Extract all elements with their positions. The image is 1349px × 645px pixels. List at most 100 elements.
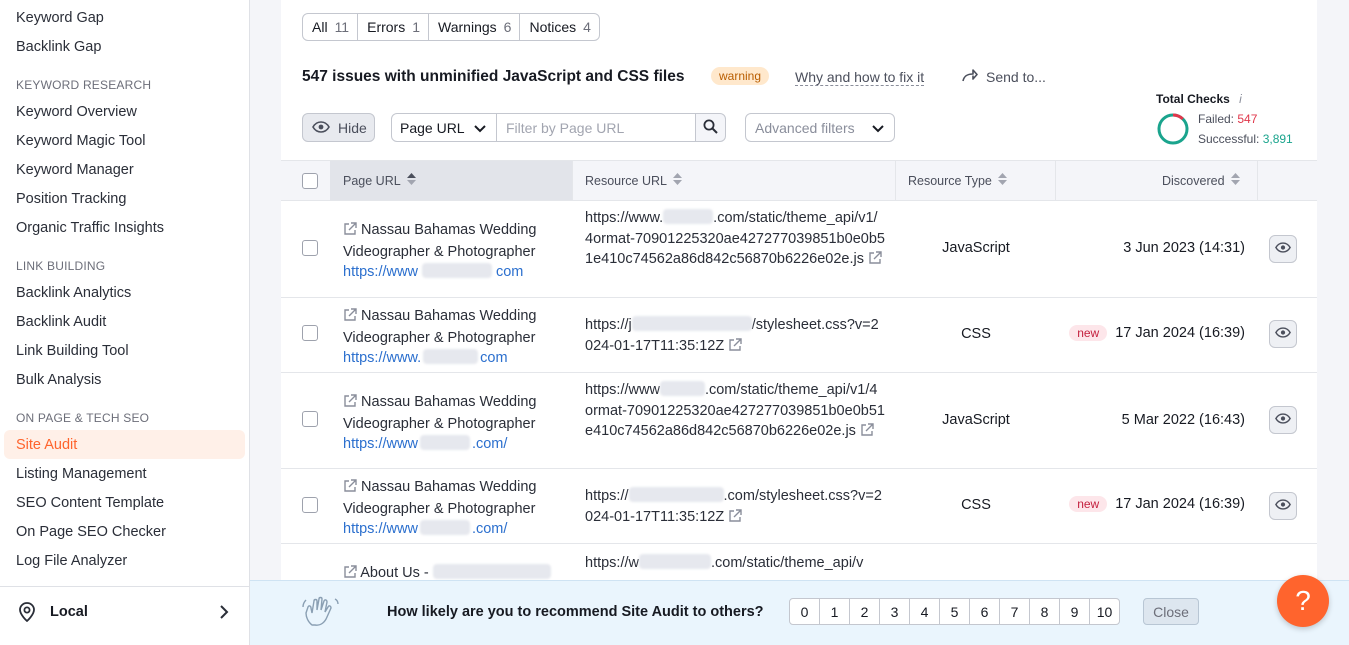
hide-button[interactable]: Hide [302, 113, 375, 142]
tab-notices-count: 4 [583, 19, 591, 35]
tab-all[interactable]: All 11 [303, 14, 359, 40]
sidebar-item-organic-traffic-insights[interactable]: Organic Traffic Insights [16, 220, 164, 236]
discovered-date: 3 Jun 2023 (14:31) [1123, 240, 1245, 256]
url-field-select[interactable]: Page URL [391, 113, 497, 142]
total-checks-widget: Total Checks i Failed: 547 Successful: 3… [1156, 92, 1293, 146]
column-header-page-url[interactable]: Page URL [330, 161, 572, 200]
page-url-link[interactable]: https://www. com [343, 349, 508, 366]
checks-ring-chart [1157, 113, 1189, 145]
page-url-end: com [480, 350, 508, 366]
page-title-text: Nassau Bahamas Wedding Videographer & Ph… [343, 308, 537, 346]
external-link-icon[interactable] [868, 251, 882, 272]
waving-hand-icon [302, 595, 340, 634]
score-button-8[interactable]: 8 [1029, 598, 1060, 625]
sidebar-item-keyword-manager[interactable]: Keyword Manager [16, 162, 134, 178]
tab-notices-label: Notices [529, 19, 577, 35]
column-divider [572, 161, 573, 200]
sidebar-item-log-file-analyzer[interactable]: Log File Analyzer [16, 553, 127, 569]
row-checkbox[interactable] [302, 497, 318, 513]
help-button[interactable]: ? [1277, 575, 1329, 627]
view-details-button[interactable] [1269, 235, 1297, 263]
sidebar-item-on-page-seo-checker[interactable]: On Page SEO Checker [16, 524, 166, 540]
sidebar: Keyword Gap Backlink Gap KEYWORD RESEARC… [0, 0, 250, 645]
new-badge: new [1069, 496, 1108, 512]
score-button-9[interactable]: 9 [1059, 598, 1090, 625]
sidebar-item-keyword-overview[interactable]: Keyword Overview [16, 104, 137, 120]
external-link-icon[interactable] [728, 508, 742, 530]
survey-close-button[interactable]: Close [1143, 598, 1199, 625]
sidebar-local-item[interactable]: Local [0, 586, 249, 645]
score-button-6[interactable]: 6 [969, 598, 1000, 625]
sidebar-item-site-audit[interactable]: Site Audit [16, 437, 77, 453]
external-link-icon[interactable] [343, 222, 357, 242]
sidebar-item-position-tracking[interactable]: Position Tracking [16, 191, 126, 207]
sidebar-item-listing-management[interactable]: Listing Management [16, 466, 147, 482]
column-header-resource-type[interactable]: Resource Type [908, 161, 1007, 200]
why-fix-link[interactable]: Why and how to fix it [795, 69, 925, 86]
discovered-cell: 3 Jun 2023 (14:31) [1123, 240, 1245, 256]
resource-url-start: https://www. [585, 210, 664, 226]
filter-url-input[interactable]: Filter by Page URL [496, 113, 696, 142]
row-checkbox[interactable] [302, 325, 318, 341]
sidebar-item-keyword-gap[interactable]: Keyword Gap [16, 10, 104, 26]
eye-icon [312, 120, 330, 136]
chevron-down-icon [872, 120, 884, 136]
sidebar-item-link-building-tool[interactable]: Link Building Tool [16, 343, 129, 359]
info-icon[interactable]: i [1239, 92, 1242, 106]
tab-warnings[interactable]: Warnings 6 [429, 14, 521, 40]
failed-value: 547 [1237, 112, 1258, 126]
resource-url-cell: https://j/stylesheet.css?v=2024-01-17T11… [585, 315, 885, 358]
external-link-icon[interactable] [728, 337, 742, 359]
column-header-discovered[interactable]: Discovered [1162, 161, 1240, 200]
view-details-button[interactable] [1269, 320, 1297, 348]
page-url-cell: Nassau Bahamas Wedding Videographer & Ph… [343, 392, 563, 454]
sidebar-item-backlink-gap[interactable]: Backlink Gap [16, 39, 101, 55]
score-button-0[interactable]: 0 [789, 598, 820, 625]
sidebar-item-backlink-audit[interactable]: Backlink Audit [16, 314, 106, 330]
row-checkbox[interactable] [302, 411, 318, 427]
view-details-button[interactable] [1269, 492, 1297, 520]
page-title-text: Nassau Bahamas Wedding Videographer & Ph… [343, 479, 537, 517]
view-details-button[interactable] [1269, 406, 1297, 434]
page-url-end: com [495, 264, 524, 280]
sidebar-heading-link-building: LINK BUILDING [16, 259, 106, 273]
score-button-3[interactable]: 3 [879, 598, 910, 625]
column-header-resource-url[interactable]: Resource URL [585, 161, 682, 200]
page-url-link[interactable]: https://www .com/ [343, 435, 507, 452]
page-url-cell: Nassau Bahamas Wedding Videographer & Ph… [343, 306, 563, 368]
row-checkbox[interactable] [302, 240, 318, 256]
page-url-end: .com/ [471, 521, 508, 537]
sidebar-item-backlink-analytics[interactable]: Backlink Analytics [16, 285, 131, 301]
score-button-2[interactable]: 2 [849, 598, 880, 625]
score-button-10[interactable]: 10 [1089, 598, 1120, 625]
sidebar-item-keyword-magic-tool[interactable]: Keyword Magic Tool [16, 133, 146, 149]
column-divider [1055, 161, 1056, 200]
page-url-link[interactable]: https://www com [343, 263, 524, 280]
score-button-4[interactable]: 4 [909, 598, 940, 625]
score-button-1[interactable]: 1 [819, 598, 850, 625]
redacted-blur [631, 316, 752, 331]
redacted-blur [628, 487, 724, 502]
advanced-filters-dropdown[interactable]: Advanced filters [745, 113, 895, 142]
score-button-7[interactable]: 7 [999, 598, 1030, 625]
external-link-icon[interactable] [343, 308, 357, 328]
chevron-right-icon [219, 605, 229, 624]
eye-icon [1275, 411, 1291, 429]
score-button-5[interactable]: 5 [939, 598, 970, 625]
sidebar-item-seo-content-template[interactable]: SEO Content Template [16, 495, 164, 511]
send-to-button[interactable]: Send to... [962, 68, 1046, 85]
redacted-blur [432, 564, 551, 579]
external-link-icon[interactable] [343, 479, 357, 499]
select-all-checkbox[interactable] [302, 173, 318, 189]
sidebar-item-bulk-analysis[interactable]: Bulk Analysis [16, 372, 101, 388]
eye-icon [1275, 497, 1291, 515]
issue-type-tabs: All 11 Errors 1 Warnings 6 Notices 4 [302, 13, 600, 41]
page-url-link[interactable]: https://www .com/ [343, 520, 508, 537]
redacted-blur [639, 554, 711, 569]
external-link-icon[interactable] [343, 394, 357, 414]
tab-notices[interactable]: Notices 4 [520, 14, 598, 40]
tab-errors[interactable]: Errors 1 [358, 14, 430, 40]
external-link-icon[interactable] [860, 423, 874, 444]
search-button[interactable] [695, 113, 726, 142]
resource-url-start: https://w [585, 555, 639, 571]
